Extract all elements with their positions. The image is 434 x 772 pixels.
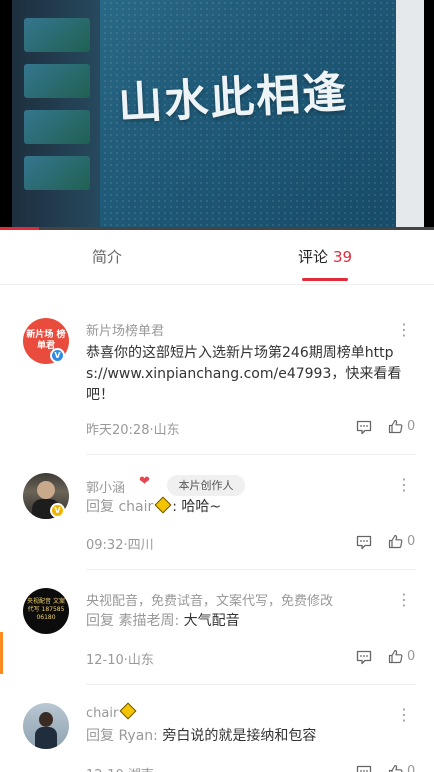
diamond-vip-icon (119, 702, 137, 720)
more-vertical-icon[interactable]: ⋮ (396, 477, 412, 493)
diamond-vip-icon (154, 496, 172, 514)
thumbs-up-icon[interactable] (388, 649, 403, 664)
video-frame-thumb (24, 156, 90, 190)
like-count: 0 (407, 764, 416, 772)
video-frame-sidebar (12, 0, 100, 230)
comment-divider (86, 684, 416, 685)
comment-bubble-icon[interactable] (356, 420, 372, 435)
comment-author[interactable]: 郭小涵 (86, 477, 125, 496)
comment-divider (86, 569, 416, 570)
reply-text: : 哈哈~ (172, 499, 222, 515)
tab-comments-label: 评论 (298, 248, 329, 266)
reply-text: 大气配音 (179, 613, 240, 629)
comment-time: 12-10·湖南 (86, 764, 154, 772)
verified-badge-icon: V (50, 348, 65, 363)
more-vertical-icon[interactable]: ⋮ (396, 707, 412, 723)
video-frame-thumb (24, 64, 90, 98)
video-title-art: 山水此相逢 (117, 67, 350, 130)
video-frame-edge (396, 0, 424, 230)
comment-time: 12-10·山东 (86, 653, 154, 668)
reply-prefix[interactable]: 回复 chair (86, 499, 153, 515)
tab-bar: 简介 评论 39 (0, 230, 434, 285)
comment-bubble-icon[interactable] (356, 765, 372, 772)
comment-time: 昨天20:28·山东 (86, 423, 180, 438)
video-frame-thumb (24, 110, 90, 144)
comment-text: 恭喜你的这部短片入选新片场第246期周榜单https://www.xinpian… (86, 345, 402, 403)
side-edge-marker (0, 632, 3, 674)
thumbs-up-icon[interactable] (388, 534, 403, 549)
more-vertical-icon[interactable]: ⋮ (396, 592, 412, 608)
video-letterbox (424, 0, 434, 230)
reply-prefix[interactable]: 回复 Ryan: (86, 728, 158, 744)
comment-author[interactable]: 新片场榜单君 (86, 320, 164, 339)
comment-text: 回复 Ryan: 旁白说的就是接纳和包容 (86, 726, 406, 747)
avatar[interactable] (23, 703, 69, 749)
comment-divider (86, 454, 416, 455)
thumbs-up-icon[interactable] (388, 419, 403, 434)
heart-badge-icon: ❤ (139, 474, 150, 489)
thumbs-up-icon[interactable] (388, 764, 403, 772)
video-player[interactable]: 山水此相逢 (0, 0, 434, 230)
tab-comments-count: 39 (333, 248, 353, 266)
creator-tag: 本片创作人 (167, 475, 245, 496)
comment-bubble-icon[interactable] (356, 535, 372, 550)
reply-prefix[interactable]: 回复 素描老周: (86, 613, 179, 629)
like-count: 0 (407, 649, 416, 664)
verified-badge-icon: V (50, 503, 65, 518)
video-frame-thumb (24, 18, 90, 52)
comment-author[interactable]: 央视配音，免费试音，文案代写，免费修改 (86, 590, 333, 609)
comment-author-name: chair (86, 706, 119, 721)
like-count: 0 (407, 419, 416, 434)
like-count: 0 (407, 534, 416, 549)
comment-bubble-icon[interactable] (356, 650, 372, 665)
comment-text: 回复 chair : 哈哈~ (86, 496, 406, 518)
avatar[interactable]: 央视配音 文案代写 18758506180 (23, 588, 69, 634)
comment-author[interactable]: chair (86, 702, 137, 721)
avatar-text: 央视配音 文案代写 18758506180 (27, 598, 65, 621)
comment-text: 回复 素描老周: 大气配音 (86, 611, 406, 632)
tab-comments[interactable]: 评论 39 (298, 246, 352, 267)
tab-intro[interactable]: 简介 (92, 246, 122, 267)
reply-text: 旁白说的就是接纳和包容 (157, 728, 317, 744)
more-vertical-icon[interactable]: ⋮ (396, 322, 412, 338)
tab-active-indicator (302, 278, 348, 281)
comment-time: 09:32·四川 (86, 538, 154, 553)
